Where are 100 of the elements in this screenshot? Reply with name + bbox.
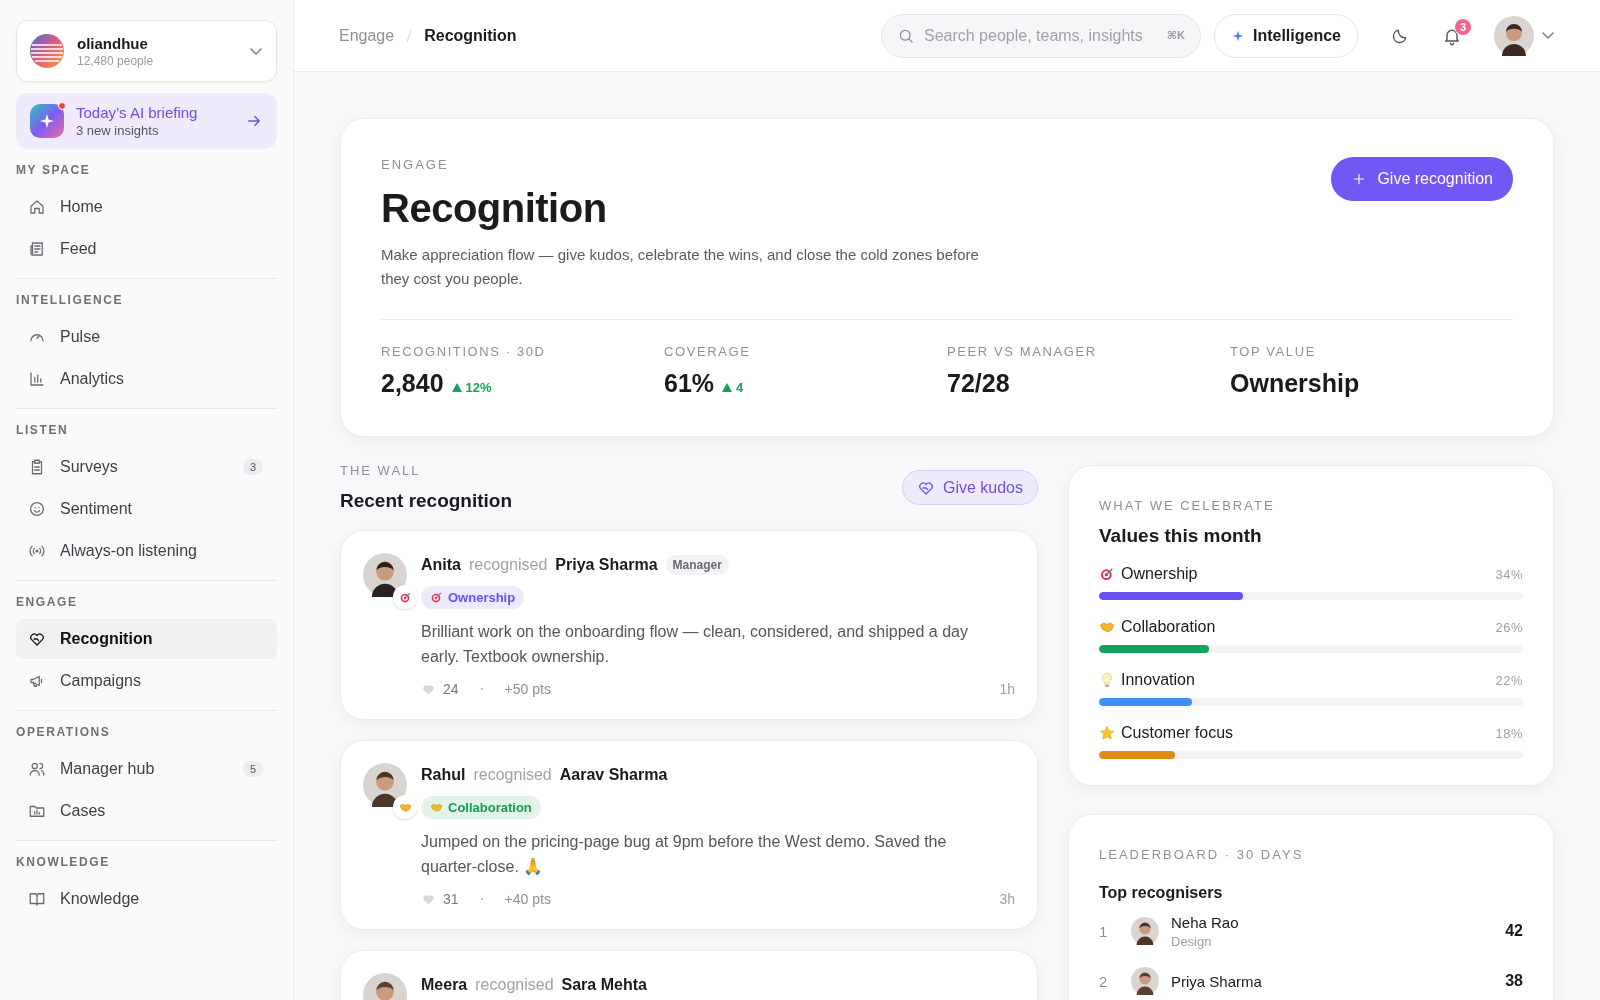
give-recognition-button[interactable]: Give recognition <box>1331 157 1513 201</box>
nav-item[interactable]: Always-on listening <box>16 531 277 571</box>
nav-item[interactable]: Recognition <box>16 619 277 659</box>
section-heading: OPERATIONS <box>16 724 112 741</box>
eyebrow-label: WHAT WE CELEBRATE <box>1099 498 1276 513</box>
stat-label: COVERAGE <box>664 344 752 359</box>
triangle-up-icon <box>722 383 733 392</box>
intelligence-button[interactable]: Intelligence <box>1213 13 1358 58</box>
nav-label: Pulse <box>60 328 102 346</box>
bar-chart-icon <box>28 370 46 388</box>
target-icon <box>1099 566 1115 582</box>
heart-hand-icon <box>28 630 46 648</box>
people-icon <box>28 760 46 778</box>
sparkle-app-icon <box>30 104 64 138</box>
chevron-down-icon[interactable] <box>1542 32 1554 39</box>
nav-item[interactable]: Manager hub 5 <box>16 749 277 789</box>
target-icon <box>430 591 443 604</box>
nav-item[interactable]: Cases <box>16 791 277 831</box>
stat-label: PEER VS MANAGER <box>947 344 1098 359</box>
nav-item[interactable]: Campaigns <box>16 661 277 701</box>
nav-item[interactable]: Home <box>16 187 277 227</box>
giver-name[interactable]: Meera <box>421 976 468 994</box>
nav-label: Cases <box>60 802 107 820</box>
team-name: Design <box>1171 933 1213 949</box>
section-heading: ENGAGE <box>16 594 79 611</box>
nav-label: Surveys <box>60 458 119 476</box>
nav-label: Analytics <box>60 370 126 388</box>
section-heading: KNOWLEDGE <box>16 854 111 871</box>
page-title: Recognition <box>381 186 608 231</box>
briefing-subtitle: 3 new insights <box>76 123 160 138</box>
briefing-title: Today’s AI briefing <box>76 104 199 121</box>
section-title: Recent recognition <box>340 490 513 512</box>
nav-label: Feed <box>60 240 98 258</box>
breadcrumb-item: Recognition <box>424 26 517 45</box>
person-name: Priya Sharma <box>1171 972 1262 990</box>
nav-label: Knowledge <box>60 890 141 908</box>
recognition-count: 42 <box>1505 922 1523 940</box>
timestamp: 1h <box>999 681 1015 697</box>
nav-item[interactable]: Feed <box>16 229 277 269</box>
shortcut-hint: ⌘K <box>1166 28 1185 42</box>
stat-value: 2,840 <box>381 369 444 398</box>
workspace-name: oliandhue <box>77 34 149 52</box>
nav-label: Recognition <box>60 630 154 648</box>
giver-name[interactable]: Anita <box>421 556 461 574</box>
value-percent: 18% <box>1495 725 1523 741</box>
giver-name[interactable]: Rahul <box>421 766 466 784</box>
lightbulb-icon <box>1099 672 1115 688</box>
section-heading: MY SPACE <box>16 162 92 179</box>
nav-item[interactable]: Analytics <box>16 359 277 399</box>
avatar <box>1131 967 1159 995</box>
like-count: 24 <box>443 681 459 697</box>
recipient-name[interactable]: Priya Sharma <box>555 556 658 574</box>
workspace-switcher[interactable]: oliandhue 12,480 people <box>16 20 277 82</box>
home-icon <box>28 198 46 216</box>
points: +40 pts <box>504 891 551 907</box>
smiley-icon <box>28 500 46 518</box>
stat-value: 72/28 <box>947 369 1010 398</box>
count-badge: 5 <box>242 761 263 777</box>
eyebrow-label: LEADERBOARD · 30 DAYS <box>1099 847 1305 862</box>
value-tag: Collaboration <box>421 796 541 819</box>
person-name: Neha Rao <box>1171 913 1239 931</box>
value-name: Innovation <box>1121 671 1195 689</box>
nav-label: Sentiment <box>60 500 134 518</box>
role-tag: Manager <box>665 555 729 575</box>
nav-label: Always-on listening <box>60 542 198 560</box>
target-icon <box>398 590 412 604</box>
value-name: Collaboration <box>1121 618 1216 636</box>
notification-badge: 3 <box>1454 17 1472 36</box>
stat-label: TOP VALUE <box>1230 344 1317 359</box>
list-title: Top recognisers <box>1099 884 1224 902</box>
give-kudos-button[interactable]: Give kudos <box>901 470 1038 505</box>
timestamp: 3h <box>999 891 1015 907</box>
newspaper-icon <box>28 240 46 258</box>
count-badge: 3 <box>242 459 263 475</box>
nav-item[interactable]: Sentiment <box>16 489 277 529</box>
action-text: recognised <box>469 556 548 574</box>
ai-briefing-card[interactable]: Today’s AI briefing 3 new insights <box>16 93 277 149</box>
recipient-name[interactable]: Sara Mehta <box>561 976 647 994</box>
value-percent: 26% <box>1495 619 1523 635</box>
nav-item[interactable]: Surveys 3 <box>16 447 277 487</box>
stat-value: Ownership <box>1230 369 1360 398</box>
value-percent: 34% <box>1495 566 1523 582</box>
recipient-name[interactable]: Aarav Sharma <box>559 766 668 784</box>
points: +50 pts <box>504 681 551 697</box>
eyebrow-label: THE WALL <box>340 463 422 478</box>
rank-number: 2 <box>1099 972 1109 990</box>
nav-label: Campaigns <box>60 672 142 690</box>
message-text: Jumped on the pricing-page bug at 9pm before the West demo. Saved the quarter-close. 🙏 <box>421 832 948 877</box>
nav-item[interactable]: Knowledge <box>16 879 277 919</box>
page-description: Make appreciation flow — give kudos, celebrate the wins, and close the cold zones before they cost you people. <box>381 245 980 289</box>
avatar <box>1131 917 1159 945</box>
nav-label: Manager hub <box>60 760 156 778</box>
triangle-up-icon <box>451 383 462 392</box>
card-title: Values this month <box>1099 525 1263 547</box>
value-name: Customer focus <box>1121 724 1234 742</box>
chevron-down-icon <box>250 47 262 55</box>
stat-value: 61% <box>664 369 715 398</box>
nav-item[interactable]: Pulse <box>16 317 277 357</box>
avatar <box>1494 15 1534 56</box>
value-name: Ownership <box>1121 565 1198 583</box>
